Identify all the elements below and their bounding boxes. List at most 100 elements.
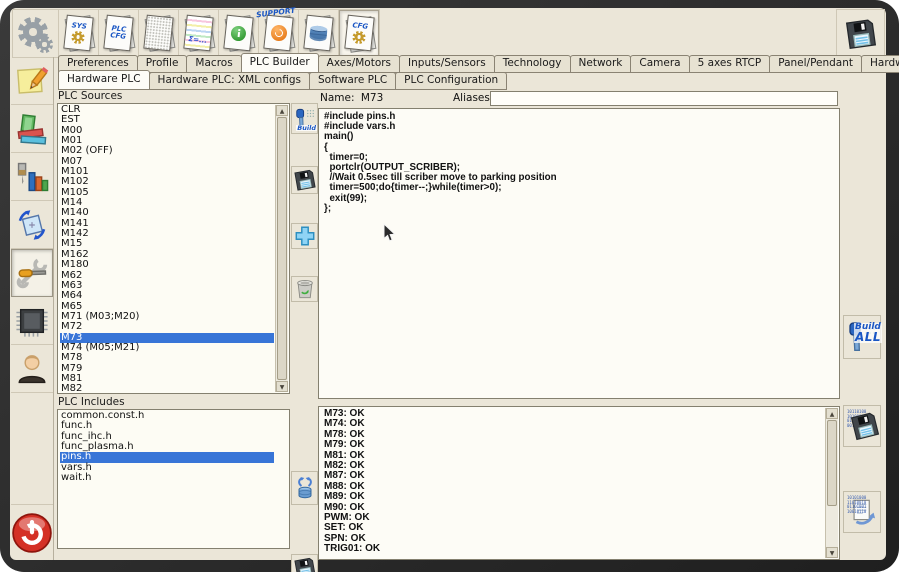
scroll-up-icon[interactable]: ▲	[276, 105, 288, 116]
toolbar-button-blank-doc[interactable]	[139, 10, 179, 56]
code-line: main()	[324, 132, 839, 142]
phone-icon	[270, 24, 288, 42]
plc-source-item[interactable]: M72	[60, 322, 274, 332]
main-tab[interactable]: Camera	[630, 55, 689, 73]
aliases-label: Aliases:	[453, 92, 493, 104]
add-source-button[interactable]	[291, 223, 318, 249]
build-log[interactable]: M73: OKM74: OKM78: OKM79: OKM81: OKM82: …	[318, 406, 840, 560]
main-tab[interactable]: Panel/Pendant	[769, 55, 862, 73]
system-menu-button[interactable]	[12, 9, 59, 58]
plc-source-item[interactable]: M14	[60, 198, 274, 208]
toolbar-button-sys[interactable]: SYS	[59, 10, 99, 56]
plc-source-item[interactable]: M62	[60, 271, 274, 281]
plc-source-item[interactable]: M140	[60, 208, 274, 218]
sidebar-item-dxf[interactable]	[11, 201, 53, 249]
plc-source-item[interactable]: M74 (M05;M21)	[60, 343, 274, 353]
sub-tab[interactable]: PLC Configuration	[395, 72, 507, 90]
build-button[interactable]: Build	[291, 103, 318, 134]
sidebar-item-user[interactable]	[11, 345, 53, 393]
main-tab[interactable]: Axes/Motors	[318, 55, 400, 73]
build-all-button[interactable]: Build ALL	[843, 315, 881, 359]
info-document-icon	[223, 15, 253, 52]
plc-source-item[interactable]: CLR	[60, 105, 274, 115]
main-tab[interactable]: 5 axes RTCP	[689, 55, 771, 73]
plc-source-item[interactable]: M78	[60, 353, 274, 363]
plc-include-item[interactable]: vars.h	[60, 463, 274, 473]
plc-source-item[interactable]: M82	[60, 384, 274, 392]
power-icon	[11, 512, 53, 554]
main-tab-bar: PreferencesProfileMacrosPLC BuilderAxes/…	[58, 56, 899, 73]
toolbar-button-macros-doc[interactable]: Σ=...	[179, 10, 219, 56]
toolbar-button-info[interactable]	[219, 10, 259, 56]
plc-sources-list: CLRESTM00M01M02 (OFF)M07M101M102M105M14M…	[60, 105, 274, 392]
scroll-thumb[interactable]	[277, 117, 287, 380]
scroll-down-icon[interactable]: ▼	[276, 381, 288, 392]
plc-include-item[interactable]: wait.h	[60, 473, 274, 483]
main-tab[interactable]: Macros	[186, 55, 241, 73]
name-label: Name: M73	[320, 92, 383, 104]
plc-include-item[interactable]: func_plasma.h	[60, 442, 274, 452]
plc-source-item[interactable]: M102	[60, 177, 274, 187]
main-tab[interactable]: Technology	[494, 55, 571, 73]
plc-source-item[interactable]: M79	[60, 364, 274, 374]
save-source-button[interactable]	[291, 166, 318, 194]
plc-source-item[interactable]: M02 (OFF)	[60, 146, 274, 156]
plc-includes-listbox[interactable]: common.const.hfunc.hfunc_ihc.hfunc_plasm…	[57, 409, 290, 549]
plc-source-item[interactable]: M101	[60, 167, 274, 177]
plc-source-item[interactable]: M81	[60, 374, 274, 384]
toolbar-button-support[interactable]: SUPPORT	[259, 10, 299, 56]
sidebar-item-docs[interactable]	[11, 105, 53, 153]
sidebar-item-tooling[interactable]	[11, 153, 53, 201]
code-line: #include vars.h	[324, 122, 839, 132]
code-line: };	[324, 204, 839, 214]
plc-sources-scrollbar[interactable]: ▲ ▼	[275, 105, 288, 392]
plc-include-item[interactable]: common.const.h	[60, 411, 274, 421]
plc-source-item[interactable]: M105	[60, 188, 274, 198]
scroll-up-icon[interactable]: ▲	[826, 408, 838, 419]
main-tab[interactable]: Inputs/Sensors	[399, 55, 495, 73]
sub-tab[interactable]: Hardware PLC: XML configs	[149, 72, 310, 90]
build-all-bottom: ALL	[855, 332, 881, 343]
plc-source-item[interactable]: M162	[60, 250, 274, 260]
plc-source-item[interactable]: M00	[60, 126, 274, 136]
plc-source-item[interactable]: M63	[60, 281, 274, 291]
export-button[interactable]: 10101000 11010010 01101001 10010110	[843, 491, 881, 533]
plc-source-item[interactable]: M64	[60, 291, 274, 301]
plc-source-item[interactable]: EST	[60, 115, 274, 125]
floppy-icon	[842, 15, 878, 51]
plc-sources-listbox[interactable]: CLRESTM00M01M02 (OFF)M07M101M102M105M14M…	[57, 103, 290, 394]
sub-tab[interactable]: Hardware PLC	[58, 70, 150, 90]
log-line: M73: OK	[324, 409, 823, 419]
save-include-button[interactable]	[291, 554, 318, 572]
log-scrollbar[interactable]: ▲ ▼	[825, 408, 838, 558]
save-session-button[interactable]	[836, 9, 885, 58]
sidebar-item-hardware[interactable]	[11, 297, 53, 345]
main-tab[interactable]: Network	[570, 55, 632, 73]
plus-icon	[294, 225, 316, 247]
user-icon	[15, 352, 49, 386]
scroll-down-icon[interactable]: ▼	[826, 547, 838, 558]
save-all-button[interactable]: 10110100 10100011 01011010 00110101	[843, 405, 881, 447]
delete-source-button[interactable]	[291, 276, 318, 302]
plc-source-item[interactable]: M141	[60, 219, 274, 229]
plc-source-item[interactable]: M15	[60, 239, 274, 249]
aliases-input[interactable]	[490, 91, 838, 106]
toolbar-button-plc-cfg[interactable]: PLC CFG	[99, 10, 139, 56]
plc-source-item[interactable]: M142	[60, 229, 274, 239]
main-tab[interactable]: PLC Builder	[241, 53, 319, 73]
plc-include-item[interactable]: pins.h	[60, 452, 274, 462]
code-editor[interactable]: #include pins.h#include vars.hmain(){ ti…	[318, 108, 840, 399]
power-button[interactable]	[11, 504, 53, 560]
scroll-thumb[interactable]	[827, 420, 837, 506]
plc-source-item[interactable]: M71 (M03;M20)	[60, 312, 274, 322]
toolbar-button-cfg[interactable]: CFG	[339, 10, 379, 56]
plc-source-item[interactable]: M180	[60, 260, 274, 270]
sub-tab[interactable]: Software PLC	[309, 72, 396, 90]
main-tab[interactable]: Hardware	[861, 55, 899, 73]
toolbar-button-database[interactable]	[299, 10, 339, 56]
sidebar-item-settings[interactable]	[11, 249, 53, 297]
plc-source-item[interactable]: M07	[60, 157, 274, 167]
sidebar-item-edit-notes[interactable]	[11, 57, 53, 105]
toolbar: SYS PLC CFG Σ=... SUPPORT	[58, 9, 380, 58]
reload-db-button[interactable]	[291, 471, 318, 505]
